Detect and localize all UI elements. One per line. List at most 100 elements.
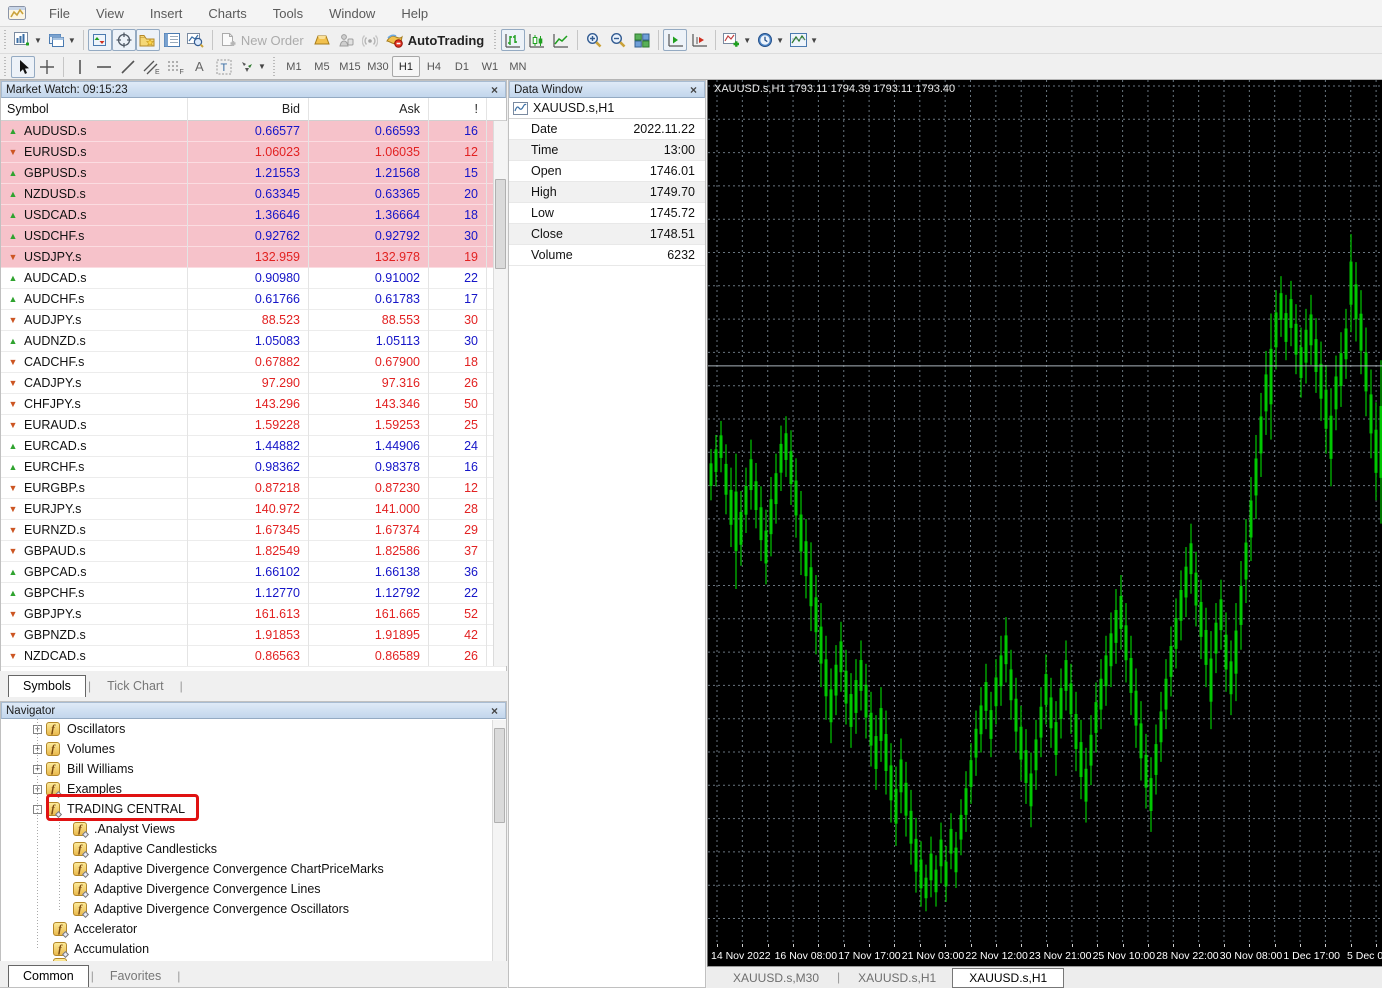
indicators-button[interactable]: ▼ [720, 29, 754, 51]
menu-charts[interactable]: Charts [195, 1, 259, 26]
scrollbar-thumb[interactable] [494, 728, 505, 823]
zoom-out-button[interactable] [606, 29, 630, 51]
table-row[interactable]: ▲AUDCHF.s0.617660.6178317 [1, 289, 506, 310]
chevron-down-icon[interactable]: ▼ [258, 62, 266, 71]
channel-tool[interactable]: E [140, 56, 164, 78]
autotrading-button[interactable]: AutoTrading [382, 29, 491, 51]
tile-windows-button[interactable] [630, 29, 654, 51]
terminal-toggle[interactable] [160, 29, 184, 51]
close-icon[interactable]: × [687, 84, 700, 96]
community-button[interactable] [334, 29, 358, 51]
column-header-alert[interactable]: ! [428, 102, 486, 116]
table-row[interactable]: ▲AUDCAD.s0.909800.9100222 [1, 268, 506, 289]
label-tool[interactable]: T [212, 56, 236, 78]
new-order-button[interactable]: New Order [217, 29, 310, 51]
table-row[interactable]: ▼EURGBP.s0.872180.8723012 [1, 478, 506, 499]
metaeditor-button[interactable] [310, 29, 334, 51]
timeframe-d1[interactable]: D1 [448, 56, 476, 77]
profiles-button[interactable]: ▼ [45, 29, 79, 51]
table-row[interactable]: ▼AUDJPY.s88.52388.55330 [1, 310, 506, 331]
chart-tab-0[interactable]: XAUUSD.s,M30 [717, 969, 835, 987]
close-icon[interactable]: × [488, 84, 501, 96]
table-row[interactable]: ▼CADCHF.s0.678820.6790018 [1, 352, 506, 373]
tab-common[interactable]: Common [8, 965, 89, 987]
table-row[interactable]: ▼CADJPY.s97.29097.31626 [1, 373, 506, 394]
tree-item[interactable]: fAccelerator [1, 919, 506, 939]
chart-shift-button[interactable] [687, 29, 711, 51]
table-row[interactable]: ▼CHFJPY.s143.296143.34650 [1, 394, 506, 415]
tree-item[interactable]: fAdaptive Divergence Convergence Oscilla… [1, 899, 506, 919]
table-row[interactable]: ▼NZDCAD.s0.865630.8658926 [1, 646, 506, 667]
line-chart-button[interactable] [549, 29, 573, 51]
crosshair-tool[interactable] [35, 56, 59, 78]
menu-insert[interactable]: Insert [137, 1, 196, 26]
chart-tab-1[interactable]: XAUUSD.s,H1 [842, 969, 952, 987]
table-row[interactable]: ▲GBPUSD.s1.215531.2156815 [1, 163, 506, 184]
chevron-down-icon[interactable]: ▼ [810, 36, 818, 45]
chevron-down-icon[interactable]: ▼ [743, 36, 751, 45]
table-row[interactable]: ▼EURUSD.s1.060231.0603512 [1, 142, 506, 163]
toolbar-grip[interactable] [271, 57, 278, 77]
strategy-tester-button[interactable] [184, 29, 208, 51]
market-watch-scrollbar[interactable] [493, 121, 507, 666]
data-window-toggle[interactable] [112, 29, 136, 51]
table-row[interactable]: ▼USDJPY.s132.959132.97819 [1, 247, 506, 268]
arrows-tool[interactable]: ▼ [236, 56, 269, 78]
timeframe-m15[interactable]: M15 [336, 56, 364, 77]
tree-item[interactable]: +fVolumes [1, 739, 506, 759]
toolbar-grip[interactable] [492, 30, 499, 50]
tree-item[interactable]: fAdaptive Divergence Convergence Lines [1, 879, 506, 899]
tab-tick-chart[interactable]: Tick Chart [93, 676, 178, 697]
table-row[interactable]: ▲GBPCAD.s1.661021.6613836 [1, 562, 506, 583]
chart-area[interactable]: XAUUSD.s,H1 1793.11 1794.39 1793.11 1793… [707, 80, 1382, 944]
table-row[interactable]: ▲NZDUSD.s0.633450.6336520 [1, 184, 506, 205]
timeframe-m5[interactable]: M5 [308, 56, 336, 77]
timeframe-mn[interactable]: MN [504, 56, 532, 77]
horizontal-line-tool[interactable] [92, 56, 116, 78]
menu-help[interactable]: Help [388, 1, 441, 26]
auto-scroll-button[interactable] [663, 29, 687, 51]
tree-item[interactable]: f.Analyst Views [1, 819, 506, 839]
candlestick-button[interactable] [525, 29, 549, 51]
toolbar-grip[interactable] [2, 57, 9, 77]
table-row[interactable]: ▼EURAUD.s1.592281.5925325 [1, 415, 506, 436]
market-watch-toggle[interactable] [88, 29, 112, 51]
menu-tools[interactable]: Tools [260, 1, 316, 26]
templates-button[interactable]: ▼ [787, 29, 821, 51]
table-row[interactable]: ▲AUDNZD.s1.050831.0511330 [1, 331, 506, 352]
tree-item[interactable]: fAccumulation [1, 939, 506, 959]
timeframe-w1[interactable]: W1 [476, 56, 504, 77]
table-row[interactable]: ▲USDCHF.s0.927620.9279230 [1, 226, 506, 247]
chevron-down-icon[interactable]: ▼ [34, 36, 42, 45]
bar-chart-button[interactable] [501, 29, 525, 51]
menu-window[interactable]: Window [316, 1, 388, 26]
column-header-bid[interactable]: Bid [187, 102, 308, 116]
tab-favorites[interactable]: Favorites [96, 966, 175, 987]
tree-item[interactable]: fAdaptive Candlesticks [1, 839, 506, 859]
table-row[interactable]: ▲AUDUSD.s0.665770.6659316 [1, 121, 506, 142]
timeframe-h4[interactable]: H4 [420, 56, 448, 77]
zoom-in-button[interactable] [582, 29, 606, 51]
fibonacci-tool[interactable]: F [164, 56, 188, 78]
table-row[interactable]: ▼EURJPY.s140.972141.00028 [1, 499, 506, 520]
timeframe-h1[interactable]: H1 [392, 56, 420, 77]
tree-item[interactable]: +fExamples [1, 779, 506, 799]
table-row[interactable]: ▲EURCAD.s1.448821.4490624 [1, 436, 506, 457]
trendline-tool[interactable] [116, 56, 140, 78]
table-row[interactable]: ▼GBPJPY.s161.613161.66552 [1, 604, 506, 625]
column-header-ask[interactable]: Ask [308, 102, 428, 116]
new-chart-button[interactable]: ▼ [11, 29, 45, 51]
periods-button[interactable]: ▼ [754, 29, 787, 51]
table-row[interactable]: ▲GBPCHF.s1.127701.1279222 [1, 583, 506, 604]
table-row[interactable]: ▲USDCAD.s1.366461.3666418 [1, 205, 506, 226]
navigator-toggle[interactable] [136, 29, 160, 51]
text-tool[interactable]: A [188, 56, 212, 78]
table-row[interactable]: ▼GBPNZD.s1.918531.9189542 [1, 625, 506, 646]
cursor-tool[interactable] [11, 56, 35, 78]
chevron-down-icon[interactable]: ▼ [68, 36, 76, 45]
signal-button[interactable] [358, 29, 382, 51]
vertical-line-tool[interactable] [68, 56, 92, 78]
toolbar-grip[interactable] [2, 30, 9, 50]
scrollbar-thumb[interactable] [495, 179, 506, 269]
table-row[interactable]: ▼EURNZD.s1.673451.6737429 [1, 520, 506, 541]
